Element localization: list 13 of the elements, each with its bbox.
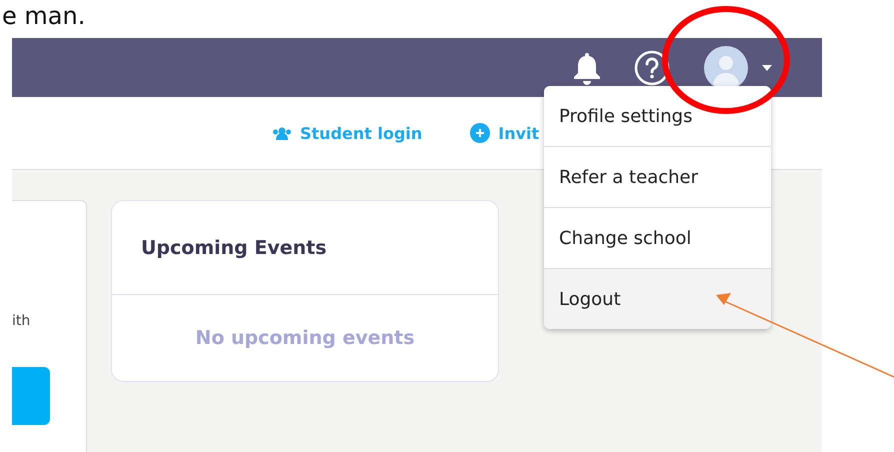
help-icon[interactable] — [634, 50, 670, 86]
caret-icon[interactable] — [762, 64, 772, 70]
menu-item[interactable]: Refer a teacher — [544, 146, 771, 207]
plus-icon — [470, 123, 490, 143]
bell-icon[interactable] — [574, 50, 600, 84]
menu-item[interactable]: Change school — [544, 207, 771, 268]
card-title: Upcoming Events — [141, 236, 327, 258]
students-icon — [272, 126, 292, 140]
menu-item[interactable]: Logout — [544, 268, 771, 329]
card-text: ith — [12, 313, 30, 329]
menu-item[interactable]: Profile settings — [544, 86, 771, 146]
caption-text: e man. — [2, 2, 86, 30]
empty-message: No upcoming events — [195, 327, 415, 349]
